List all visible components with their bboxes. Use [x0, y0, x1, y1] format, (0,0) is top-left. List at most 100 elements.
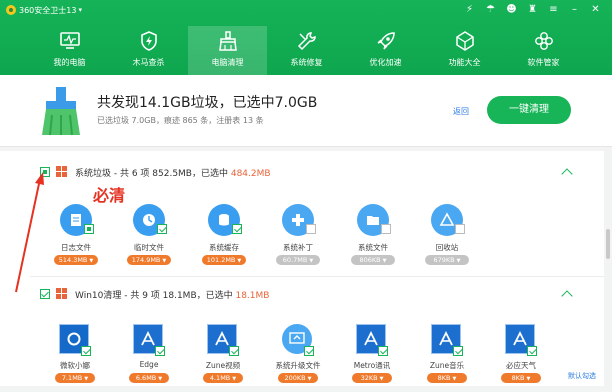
windows-logo-icon	[56, 288, 67, 299]
item-label: 系统文件	[358, 243, 388, 252]
nav-optimize[interactable]: 优化加速	[346, 26, 425, 75]
nav-trojan-scan[interactable]: 木马查杀	[109, 26, 188, 75]
skin-icon[interactable]: ♜	[522, 3, 543, 17]
item-size-badge[interactable]: 806KB ▼	[351, 255, 395, 265]
item-checkbox[interactable]	[378, 346, 388, 356]
item-label: 日志文件	[61, 243, 91, 252]
item-label: Zune视频	[205, 361, 241, 370]
nav-my-computer[interactable]: 我的电脑	[30, 26, 109, 75]
nav-system-repair[interactable]: 系统修复	[267, 26, 346, 75]
item-size-badge[interactable]: 7.1MB ▼	[55, 373, 95, 383]
junk-item-log-files[interactable]: 日志文件 514.3MB ▼	[46, 204, 106, 274]
item-size-badge[interactable]: 101.2MB ▼	[202, 255, 246, 265]
item-size-badge[interactable]: 4.1MB ▼	[203, 373, 243, 383]
nav-features[interactable]: 功能大全	[425, 26, 504, 75]
clean-list: 系统垃圾 - 共 6 项 852.5MB，已选中 484.2MB 日志文件 51…	[0, 151, 604, 386]
title-bar: 360安全卫士13 ▾	[6, 4, 82, 16]
rocket-icon	[375, 30, 397, 52]
minimize-button[interactable]: –	[564, 3, 585, 17]
version-dropdown[interactable]: ▾	[78, 6, 82, 14]
junk-item-system-files[interactable]: 系统文件 806KB ▼	[343, 204, 403, 274]
group-selected-size: 484.2MB	[230, 169, 271, 179]
win10-item-cortana[interactable]: 微软小娜 7.1MB ▼	[45, 322, 105, 392]
nav-label: 功能大全	[448, 58, 481, 67]
item-size-badge[interactable]: 8KB ▼	[501, 373, 541, 383]
item-label: 必应天气	[506, 361, 536, 370]
nav-label: 优化加速	[369, 58, 402, 67]
collapse-chevron-icon[interactable]	[561, 290, 573, 302]
item-size-badge[interactable]: 8KB ▼	[427, 373, 467, 383]
item-size-badge[interactable]: 6.6MB ▼	[129, 373, 169, 383]
nav-software-manager[interactable]: 软件管家	[504, 26, 583, 75]
item-checkbox[interactable]	[304, 346, 314, 356]
item-label: 微软小娜	[60, 361, 90, 370]
collapse-chevron-icon[interactable]	[561, 168, 573, 180]
group-checkbox[interactable]	[40, 167, 50, 177]
item-checkbox[interactable]	[81, 346, 91, 356]
back-link[interactable]: 返回	[453, 106, 469, 117]
item-label: Edge	[139, 360, 159, 369]
junk-item-system-cache[interactable]: 系统缓存 101.2MB ▼	[194, 204, 254, 274]
item-label: Metro通讯	[353, 361, 391, 370]
must-clean-annotation: 必清	[93, 186, 126, 205]
nav-label: 木马查杀	[132, 58, 165, 67]
wrench-icon	[296, 30, 318, 52]
nav-label: 软件管家	[527, 58, 560, 67]
group-title: Win10清理 - 共 9 项 18.1MB，已选中 18.1MB	[75, 291, 270, 301]
broom-icon	[217, 30, 239, 52]
group-selected-size: 18.1MB	[235, 291, 270, 301]
user-icon[interactable]: ☻	[501, 3, 522, 17]
diamond-icon	[454, 30, 476, 52]
notification-icon[interactable]: ⚡	[459, 3, 480, 17]
nav-label: 系统修复	[290, 58, 323, 67]
win10-item-edge[interactable]: Edge 6.6MB ▼	[119, 322, 179, 392]
junk-item-system-patches[interactable]: 系统补丁 60.7MB ▼	[268, 204, 328, 274]
parachute-icon[interactable]: ☂	[480, 3, 501, 17]
group-divider	[30, 276, 604, 277]
default-select-link[interactable]: 默认勾选	[568, 371, 596, 381]
group-header-system-junk[interactable]: 系统垃圾 - 共 6 项 852.5MB，已选中 484.2MB	[0, 161, 604, 183]
scrollbar[interactable]	[604, 151, 612, 386]
item-checkbox[interactable]	[527, 346, 537, 356]
item-label: 系统升级文件	[275, 361, 321, 370]
junk-item-recycle-bin[interactable]: 回收站 679KB ▼	[417, 204, 477, 274]
item-checkbox[interactable]	[381, 224, 391, 234]
win10-item-zune-video[interactable]: Zune视频 4.1MB ▼	[193, 322, 253, 392]
close-button[interactable]: ✕	[585, 3, 606, 17]
group-checkbox[interactable]	[40, 289, 50, 299]
item-size-badge[interactable]: 200KB ▼	[278, 373, 318, 383]
one-click-clean-button[interactable]: 一键清理	[487, 96, 571, 124]
item-checkbox[interactable]	[229, 346, 239, 356]
junk-item-temp-files[interactable]: 临时文件 174.9MB ▼	[119, 204, 179, 274]
item-label: 系统缓存	[209, 243, 239, 252]
item-size-badge[interactable]: 60.7MB ▼	[276, 255, 320, 265]
item-label: 临时文件	[134, 243, 164, 252]
win10-item-metro-messaging[interactable]: Metro通讯 32KB ▼	[342, 322, 402, 392]
broom-illustration-icon	[42, 87, 80, 136]
item-size-badge[interactable]: 32KB ▼	[352, 373, 392, 383]
item-checkbox[interactable]	[306, 224, 316, 234]
scrollbar-thumb[interactable]	[606, 229, 610, 259]
win10-item-bing-weather[interactable]: 必应天气 8KB ▼	[491, 322, 551, 392]
monitor-icon	[59, 30, 81, 52]
win10-item-zune-music[interactable]: Zune音乐 8KB ▼	[417, 322, 477, 392]
item-size-badge[interactable]: 174.9MB ▼	[127, 255, 171, 265]
item-label: Zune音乐	[429, 361, 465, 370]
nav-pc-clean[interactable]: 电脑清理	[188, 26, 267, 75]
group-title: 系统垃圾 - 共 6 项 852.5MB，已选中 484.2MB	[75, 169, 271, 179]
item-size-badge[interactable]: 679KB ▼	[425, 255, 469, 265]
menu-icon[interactable]: ≡	[543, 3, 564, 17]
item-checkbox[interactable]	[155, 346, 165, 356]
item-checkbox[interactable]	[232, 224, 242, 234]
main-nav: 我的电脑 木马查杀 电脑清理 系统修复 优化加速 功能大全 软件管家	[30, 26, 590, 75]
scan-result-title: 共发现14.1GB垃圾，已选中7.0GB	[97, 95, 318, 111]
item-checkbox[interactable]	[157, 224, 167, 234]
item-size-badge[interactable]: 514.3MB ▼	[54, 255, 98, 265]
item-label: 回收站	[435, 243, 459, 252]
group-header-win10[interactable]: Win10清理 - 共 9 项 18.1MB，已选中 18.1MB	[0, 283, 604, 305]
win10-item-system-upgrade-files[interactable]: 系统升级文件 200KB ▼	[268, 322, 328, 392]
item-checkbox[interactable]	[453, 346, 463, 356]
item-checkbox[interactable]	[455, 224, 465, 234]
item-checkbox[interactable]	[84, 224, 94, 234]
nav-label: 我的电脑	[53, 58, 86, 67]
